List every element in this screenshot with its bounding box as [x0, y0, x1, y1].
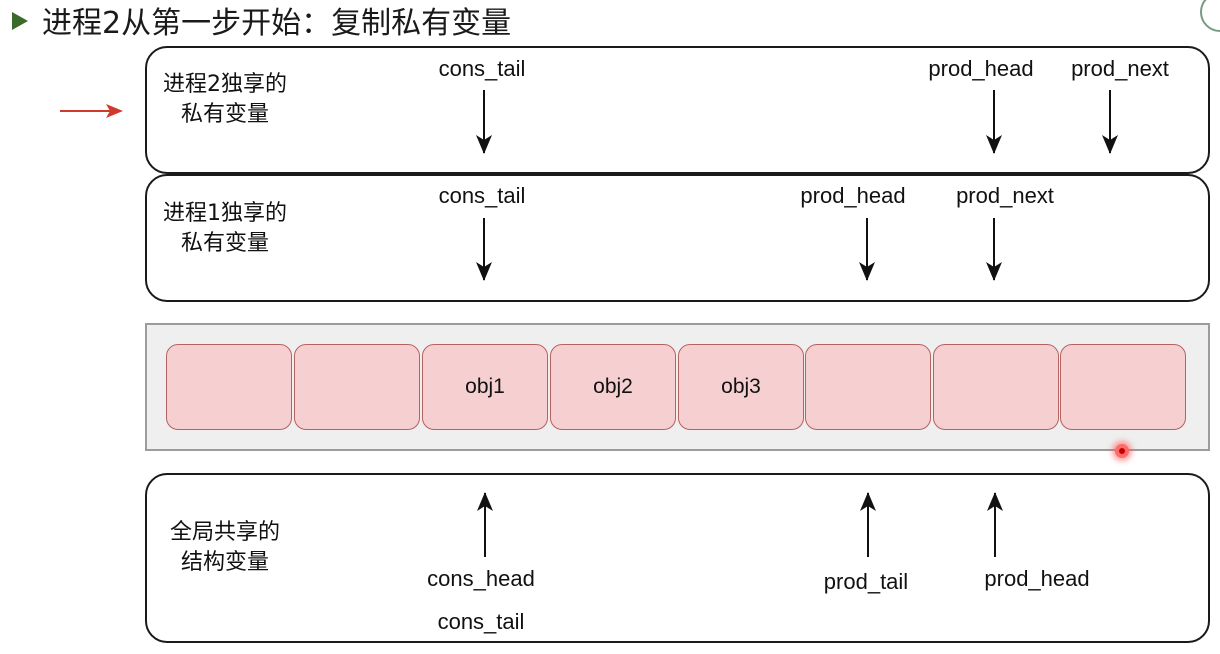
proc2-arrows — [476, 90, 1118, 154]
pointer-arrows — [60, 90, 1118, 557]
global-arrows — [477, 492, 1003, 557]
laser-pointer-dot — [1115, 444, 1129, 458]
proc1-arrows — [476, 218, 1002, 281]
indicator-arrow-icon — [60, 104, 123, 118]
